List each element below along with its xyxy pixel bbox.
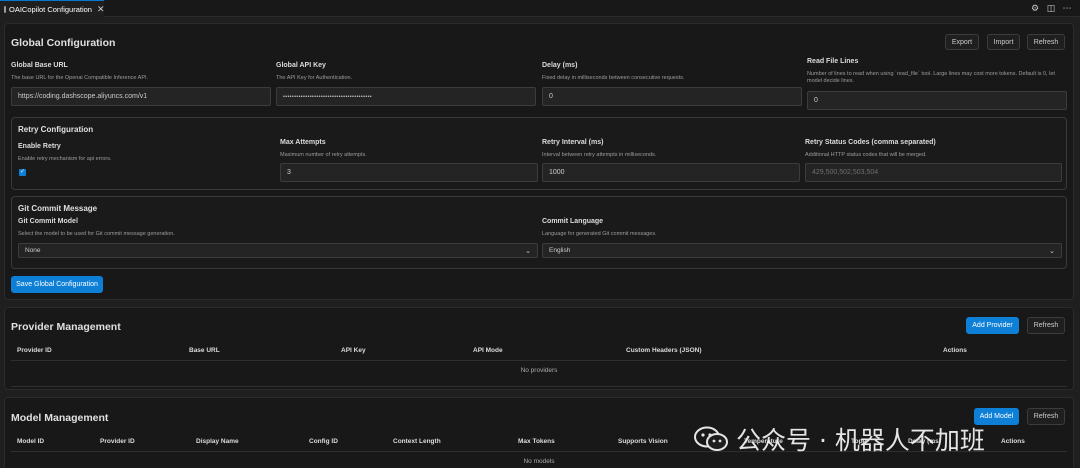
more-icon[interactable]: ⋯ (1062, 3, 1072, 13)
global-base-url-field: Global Base URL The base URL for the Ope… (11, 62, 269, 82)
field-label: Global Base URL (11, 62, 68, 69)
field-description: Language for generated Git commit messag… (542, 231, 657, 237)
field-label: Retry Status Codes (comma separated) (805, 139, 936, 146)
retry-status-codes-field: Retry Status Codes (comma separated) Add… (805, 139, 1061, 159)
column-header: Provider ID (100, 438, 135, 445)
retry-status-codes-input[interactable]: 429,500,502,503,504 (805, 163, 1062, 182)
column-header: Model ID (17, 438, 45, 445)
wechat-watermark: 公众号 · 机器人不加班 (694, 421, 985, 457)
git-commit-model-field: Git Commit Model Select the model to be … (18, 218, 518, 238)
column-header: Custom Headers (JSON) (626, 347, 702, 354)
wechat-logo-icon (694, 426, 728, 451)
field-description: The API Key for Authentication. (276, 75, 353, 81)
commit-language-select[interactable]: English ⌄ (542, 243, 1062, 258)
commit-language-field: Commit Language Language for generated G… (542, 218, 1042, 238)
empty-state-text: No providers (11, 367, 1067, 387)
retry-interval-input[interactable]: 1000 (542, 163, 800, 182)
column-header: API Key (341, 347, 366, 354)
column-header: Context Length (393, 438, 441, 445)
max-attempts-input[interactable]: 3 (280, 163, 538, 182)
global-api-key-input[interactable]: •••••••••••••••••••••••••••••••••••••••• (276, 87, 536, 106)
column-header: Provider ID (17, 347, 52, 354)
provider-management-section: Provider Management Add Provider Refresh… (4, 307, 1074, 390)
field-label: Read File Lines (807, 58, 859, 65)
column-header: Base URL (189, 347, 220, 354)
field-description: Interval between retry attempts in milli… (542, 152, 657, 158)
column-header: Actions (1001, 438, 1025, 445)
select-value: None (25, 247, 41, 254)
field-description: Number of lines to read when using `read… (807, 71, 1055, 84)
settings-gear-icon[interactable]: ⚙ (1030, 3, 1040, 13)
provider-refresh-button[interactable]: Refresh (1027, 317, 1065, 334)
field-label: Retry Interval (ms) (542, 139, 604, 146)
tab-oaicopilot-configuration[interactable]: OAICopilot Configuration ✕ (0, 0, 105, 17)
section-title: Global Configuration (11, 37, 116, 49)
git-commit-message-panel: Git Commit Message Git Commit Model Sele… (11, 196, 1067, 269)
retry-interval-field: Retry Interval (ms) Interval between ret… (542, 139, 792, 159)
subsection-title: Git Commit Message (18, 204, 98, 213)
field-label: Enable Retry (18, 143, 61, 150)
chevron-down-icon: ⌄ (525, 247, 531, 255)
field-description: Select the model to be used for Git comm… (18, 231, 175, 237)
chevron-down-icon: ⌄ (1049, 247, 1055, 255)
delay-input[interactable]: 0 (542, 87, 802, 106)
add-provider-button[interactable]: Add Provider (966, 317, 1019, 334)
section-title: Provider Management (11, 321, 121, 333)
field-label: Global API Key (276, 62, 326, 69)
tab-title: OAICopilot Configuration (9, 4, 92, 14)
global-api-key-field: Global API Key The API Key for Authentic… (276, 62, 534, 82)
enable-retry-field: Enable Retry Enable retry mechanism for … (18, 143, 268, 163)
field-description: Additional HTTP status codes that will b… (805, 152, 927, 158)
split-editor-icon[interactable]: ◫ (1046, 3, 1056, 13)
subsection-title: Retry Configuration (18, 125, 94, 134)
column-header: Display Name (196, 438, 239, 445)
column-header: Max Tokens (518, 438, 555, 445)
enable-retry-checkbox[interactable]: ✓ (19, 169, 26, 176)
column-header: Config ID (309, 438, 338, 445)
editor-tab-bar: OAICopilot Configuration ✕ ⚙ ◫ ⋯ (0, 0, 1080, 17)
field-label: Commit Language (542, 218, 604, 225)
providers-table-header: Provider ID Base URL API Key API Mode Cu… (11, 343, 1067, 361)
field-description: Fixed delay in milliseconds between cons… (542, 75, 685, 81)
field-label: Delay (ms) (542, 62, 578, 69)
column-header: API Mode (473, 347, 503, 354)
delay-field: Delay (ms) Fixed delay in milliseconds b… (542, 62, 800, 82)
global-base-url-input[interactable]: https://coding.dashscope.aliyuncs.com/v1 (11, 87, 271, 106)
empty-state-text: No models (523, 458, 555, 465)
watermark-text: 公众号 · 机器人不加班 (736, 426, 985, 455)
max-attempts-field: Max Attempts Maximum number of retry att… (280, 139, 530, 159)
read-file-lines-field: Read File Lines Number of lines to read … (807, 58, 1069, 85)
close-icon[interactable]: ✕ (97, 4, 105, 14)
field-label: Git Commit Model (18, 218, 78, 225)
model-refresh-button[interactable]: Refresh (1027, 408, 1065, 425)
field-description: Maximum number of retry attempts. (280, 152, 367, 158)
column-header: Supports Vision (618, 438, 668, 445)
git-commit-model-select[interactable]: None ⌄ (18, 243, 538, 258)
import-button[interactable]: Import (987, 34, 1020, 50)
field-label: Max Attempts (280, 139, 326, 146)
field-description: The base URL for the Openai Compatible I… (11, 75, 149, 81)
column-header: Actions (943, 347, 967, 354)
retry-configuration-panel: Retry Configuration Enable Retry Enable … (11, 117, 1067, 190)
global-configuration-section: Global Configuration Export Import Refre… (4, 23, 1074, 300)
section-title: Model Management (11, 412, 109, 424)
export-button[interactable]: Export (945, 34, 979, 50)
select-value: English (549, 247, 571, 254)
save-global-configuration-button[interactable]: Save Global Configuration (11, 276, 103, 293)
field-description: Enable retry mechanism for api errors. (18, 156, 112, 162)
preview-icon (4, 5, 6, 13)
refresh-button[interactable]: Refresh (1027, 34, 1065, 50)
read-file-lines-input[interactable]: 0 (807, 91, 1067, 110)
